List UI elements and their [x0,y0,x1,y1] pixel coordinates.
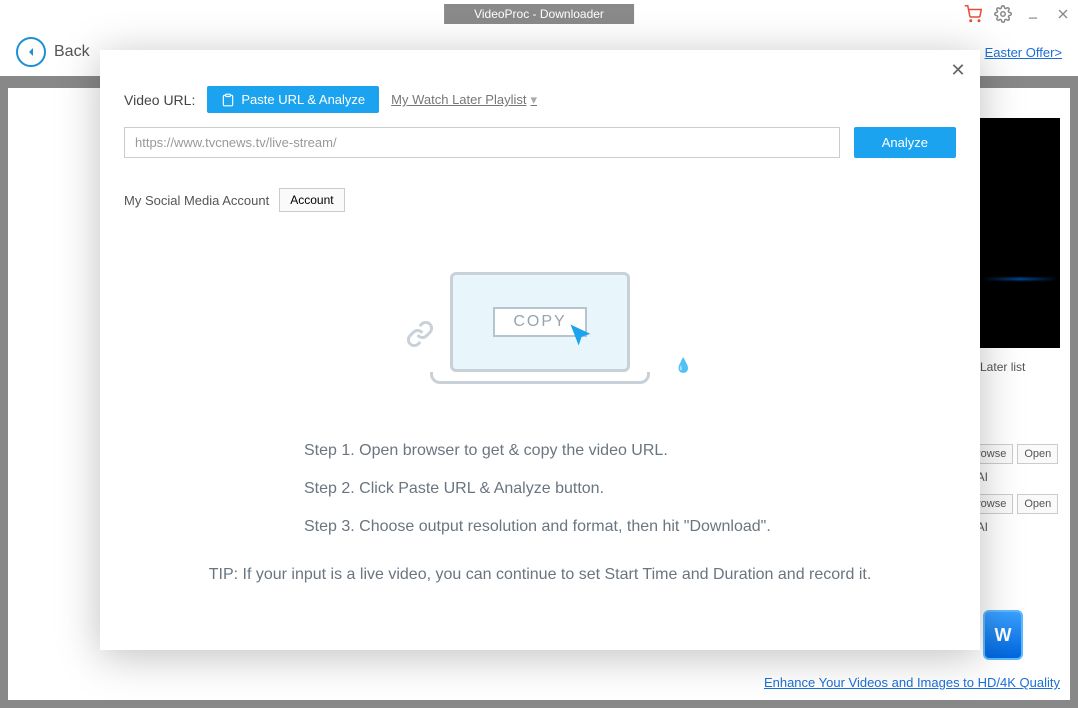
social-account-label: My Social Media Account [124,193,269,208]
watch-later-link[interactable]: My Watch Later Playlist ▾ [391,92,537,108]
easter-offer-link[interactable]: Easter Offer> [985,45,1062,60]
cursor-icon [567,321,595,349]
chevron-down-icon: ▾ [531,92,538,108]
cart-icon[interactable] [964,5,982,23]
step-2: Step 2. Click Paste URL & Analyze button… [304,480,956,498]
steps: Step 1. Open browser to get & copy the v… [304,442,956,536]
open-button-2[interactable]: Open [1017,494,1058,514]
video-thumbnail [980,118,1060,348]
minimize-icon[interactable] [1024,5,1042,23]
url-input[interactable] [124,127,840,158]
analyze-button[interactable]: Analyze [854,127,956,158]
right-panel: h Later list rowse Open r AI rowse Open … [970,360,1060,544]
link-icon [406,320,434,353]
window-title: VideoProc - Downloader [444,4,634,24]
gear-icon[interactable] [994,5,1012,23]
account-button[interactable]: Account [279,188,344,212]
watch-later-list-label: h Later list [970,360,1060,374]
tip-text: TIP: If your input is a live video, you … [124,566,956,584]
back-button[interactable]: Back [16,37,90,67]
paste-analyze-button[interactable]: Paste URL & Analyze [207,86,379,113]
ai-label-2: r AI [970,520,1060,534]
ai-label-1: r AI [970,470,1060,484]
video-url-label: Video URL: [124,92,195,108]
paste-analyze-label: Paste URL & Analyze [241,92,365,107]
close-icon[interactable] [1054,5,1072,23]
dialog-close-icon[interactable]: ✕ [948,60,968,80]
enhance-link[interactable]: Enhance Your Videos and Images to HD/4K … [764,675,1060,690]
add-url-dialog: ✕ Video URL: Paste URL & Analyze My Watc… [100,50,980,650]
step-3: Step 3. Choose output resolution and for… [304,518,956,536]
back-label: Back [54,43,90,61]
clipboard-icon [221,93,235,107]
back-arrow-icon [16,37,46,67]
open-button-1[interactable]: Open [1017,444,1058,464]
watch-later-label: My Watch Later Playlist [391,92,526,107]
download-main-button[interactable]: W [983,610,1023,660]
copy-label: COPY [513,313,566,330]
copy-illustration: COPY 💧 [410,272,670,402]
step-1: Step 1. Open browser to get & copy the v… [304,442,956,460]
titlebar: VideoProc - Downloader [0,0,1078,28]
droplet-icon: 💧 [675,357,692,374]
